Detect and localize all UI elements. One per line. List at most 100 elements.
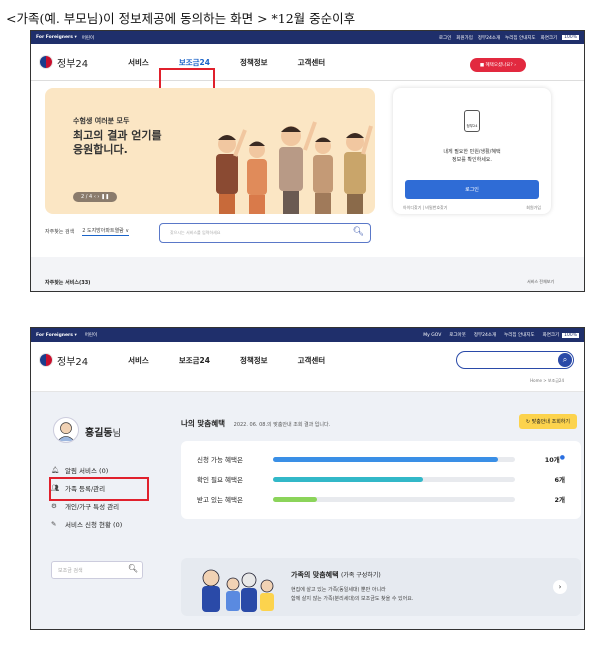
popular-search: 자주찾는 검색 2 도지방아파트열람 ∨ (45, 227, 130, 236)
benefit-row-label: 받고 있는 혜택은 (197, 496, 243, 504)
popular-search-label: 자주찾는 검색 (45, 229, 75, 235)
recommend-button[interactable]: ■ 혜택오셨나요? › (469, 58, 526, 72)
sitemap-link-2[interactable]: 누리집 안내지도 (504, 332, 534, 338)
logo-text-2: 정부24 (57, 356, 89, 368)
subsidy-search-placeholder: 보조금 검색 (58, 568, 83, 574)
logo-2[interactable]: 정부24 (39, 353, 88, 368)
about-link-2[interactable]: 정부24소개 (474, 332, 496, 338)
benefit-row[interactable]: 확인 필요 혜택은 6개 (197, 469, 565, 489)
phone-icon: 정부24 (464, 110, 480, 132)
menu-application-status[interactable]: ✎ 서비스 신청 현황 (0) (51, 515, 122, 533)
font-size-value-2[interactable]: 100% (562, 332, 579, 338)
benefit-progress (273, 456, 515, 462)
nav-subsidy24-2[interactable]: 보조금24 (179, 355, 210, 366)
view-all-services-link[interactable]: 서비스 전체보기 (527, 279, 554, 285)
kids-link[interactable]: 어린이 (82, 35, 94, 41)
sitemap-link[interactable]: 누리집 안내지도 (505, 35, 535, 41)
popular-search-select[interactable]: 2 도지방아파트열람 ∨ (82, 227, 130, 236)
benefit-row[interactable]: 신청 가능 혜택은 10개● (197, 449, 565, 469)
nav-support-2[interactable]: 고객센터 (298, 355, 326, 366)
banner-small-text: 수험생 여러분 모두 (73, 117, 130, 125)
taegeuk-logo-icon-2 (39, 353, 53, 367)
benefit-row[interactable]: 받고 있는 혜택은 2개 (197, 489, 565, 509)
font-size-label: 화면크기 (540, 35, 558, 41)
benefit-progress-fill (273, 456, 499, 462)
banner-headline-2: 응원합니다. (73, 143, 128, 156)
logo-text: 정부24 (57, 58, 89, 70)
caption: <가족(예. 부모님)이 정보제공에 동의하는 화면 > *12월 중순이후 (6, 11, 356, 26)
nav-subsidy24[interactable]: 보조금24 (179, 57, 210, 68)
font-size-label-2: 화면크기 (542, 333, 560, 338)
nav-menu: 서비스 보조금24 정책정보 고객센터 (128, 57, 355, 68)
benefits-subtitle: 2022. 06. 08.의 맞춤안내 조회 결과 입니다. (233, 422, 331, 428)
banner-text: 수험생 여러분 모두 최고의 결과 얻기를 응원합니다. (73, 116, 162, 157)
about-link[interactable]: 정부24소개 (478, 35, 500, 41)
benefit-count: 2개 (554, 494, 565, 504)
benefit-count-text: 10개 (544, 456, 560, 464)
menu-household-label: 개인/가구 특성 관리 (65, 503, 120, 511)
menu-alert-label: 알림 서비스 (0) (65, 467, 109, 475)
pencil-icon: ✎ (51, 520, 57, 528)
login-link[interactable]: 로그인 (439, 35, 451, 41)
family-desc-line1: 현집에 살고 있는 가족(동일세대) 뿐만 아니라 (291, 587, 386, 593)
logo[interactable]: 정부24 (39, 55, 88, 70)
main-search-input[interactable]: 찾으시는 서비스를 입력하세요 🔍︎ (159, 223, 371, 243)
refresh-benefits-label: 맞춤안내 조회하기 (531, 419, 570, 425)
search-icon[interactable]: 🔍︎ (353, 227, 364, 237)
benefit-row-label: 신청 가능 혜택은 (197, 456, 243, 464)
kids-link-2[interactable]: 어린이 (85, 332, 97, 338)
logout-link[interactable]: 로그아웃 (449, 332, 466, 338)
family-subtitle: (가족 구성하기) (340, 572, 381, 579)
user-name-text: 홍길동 (85, 428, 113, 439)
find-account-link[interactable]: 아이디찾기 | 비밀번호찾기 (403, 205, 447, 211)
nav-support[interactable]: 고객센터 (298, 57, 326, 68)
family-description: 현집에 살고 있는 가족(동일세대) 뿐만 아니라 함께 살지 않는 가족(분리… (291, 586, 413, 604)
user-sidebar: 홍길동님 🔔︎ 알림 서비스 (0) 👥︎ 가족 등록/관리 ⚙ 개인/가구 특성 관… (45, 403, 169, 617)
banner-headline-1: 최고의 결과 얻기를 (73, 129, 162, 142)
refresh-icon: ↻ (525, 419, 531, 425)
search-icon-side[interactable]: 🔍︎ (128, 564, 138, 573)
nav-policy-2[interactable]: 정책정보 (240, 355, 268, 366)
screenshot-before: For Foreigners ▾ 어린이 로그인 회원가입 정부24소개 누리집… (30, 30, 585, 292)
main-nav: 정부24 서비스 보조금24 정책정보 고객센터 ■ 혜택오셨나요? › (31, 44, 584, 96)
login-card: 정부24 내게 필요한 민원/생활/혜택 정보를 확인하세요. 로그인 아이디찾… (393, 88, 551, 214)
avatar-icon (53, 417, 79, 443)
login-button[interactable]: 로그인 (405, 180, 539, 199)
nav-policy[interactable]: 정책정보 (240, 57, 268, 68)
mygov-link[interactable]: My GOV (423, 333, 441, 338)
signup-link-card[interactable]: 회원가입 (526, 205, 541, 211)
family-benefits-card[interactable]: 가족의 맞춤혜택 (가족 구성하기) 현집에 살고 있는 가족(동일세대) 뿐만… (181, 558, 581, 616)
benefit-progress (273, 476, 515, 482)
nav-services-2[interactable]: 서비스 (128, 355, 149, 366)
header-search-icon[interactable]: ⌕ (558, 353, 572, 367)
breadcrumb: Home > 보조금24 (31, 378, 584, 392)
family-illustration (202, 569, 274, 612)
hero-banner[interactable]: 수험생 여러분 모두 최고의 결과 얻기를 응원합니다. 2 / 4 ‹ › ❚… (45, 88, 375, 214)
banner-pager[interactable]: 2 / 4 ‹ › ❚❚ (73, 192, 118, 202)
utility-bar: For Foreigners ▾ 어린이 로그인 회원가입 정부24소개 누리집… (31, 31, 584, 44)
nav-services[interactable]: 서비스 (128, 57, 149, 68)
benefit-count: 10개● (545, 454, 565, 464)
family-title: 가족의 맞춤혜택 (가족 구성하기) (291, 570, 381, 580)
login-prompt-line1: 내게 필요한 민원/생활/혜택 (443, 149, 501, 155)
cheering-students-illustration (216, 121, 373, 214)
chevron-right-icon[interactable]: › (553, 580, 567, 594)
frequent-services-strip: 자주찾는 서비스(33) 서비스 전체보기 (31, 257, 584, 291)
benefit-count: 6개 (554, 474, 565, 484)
benefits-title: 나의 맞춤혜택 (181, 419, 226, 428)
font-size-value[interactable]: 100% (562, 35, 579, 40)
for-foreigners-link-2[interactable]: For Foreigners ▾ (36, 333, 77, 338)
benefit-row-label: 확인 필요 혜택은 (197, 476, 243, 484)
for-foreigners-link[interactable]: For Foreigners ▾ (36, 35, 77, 40)
frequent-services-title[interactable]: 자주찾는 서비스(33) (45, 279, 90, 286)
header-search-input[interactable]: ⌕ (456, 351, 574, 369)
benefits-card: 신청 가능 혜택은 10개● 확인 필요 혜택은 6개 받고 있는 혜택은 2개 (181, 441, 581, 519)
highlight-box-family (49, 477, 149, 501)
signup-link[interactable]: 회원가입 (456, 35, 473, 41)
new-dot-icon: ● (559, 454, 565, 461)
subsidy-search-input[interactable]: 보조금 검색 🔍︎ (51, 561, 143, 579)
account-links: 아이디찾기 | 비밀번호찾기 회원가입 (403, 205, 541, 211)
refresh-benefits-button[interactable]: ↻ 맞춤안내 조회하기 (518, 414, 577, 429)
family-desc-line2: 함께 살지 않는 가족(분리세대)의 보조금도 찾을 수 있어요. (291, 596, 414, 602)
utility-bar-2: For Foreigners ▾ 어린이 My GOV 로그아웃 정부24소개 … (31, 328, 584, 342)
